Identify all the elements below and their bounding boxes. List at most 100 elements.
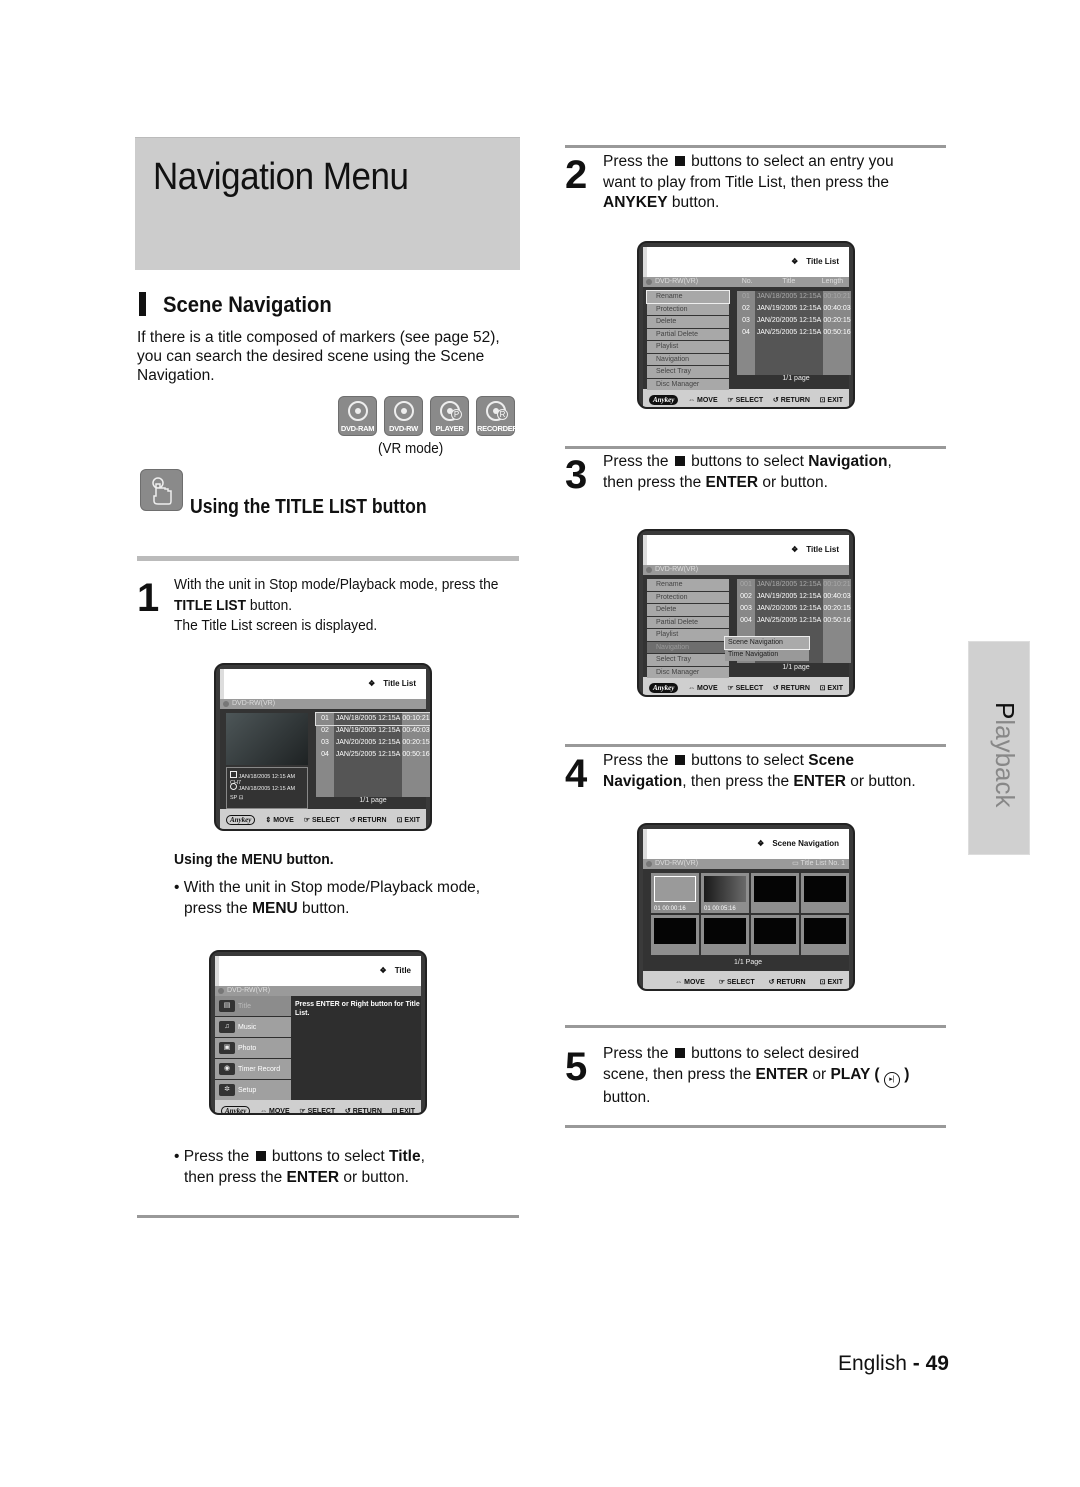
divider [565,446,946,449]
left-right-icon: ⇔ [260,1107,268,1115]
title-date: JAN/25/2005 12:15A [755,327,823,339]
diamond-icon: ❖ [379,966,387,975]
osd-footer: Anykey ⇔ MOVE ☞ SELECT ↺ RETURN ⊡ EXIT [643,389,849,407]
title-date: JAN/20/2005 12:15A [755,315,823,327]
title-info: JAN/18/2005 12:15 AM CH7 JAN/18/2005 12:… [226,767,308,809]
step1-text: With the unit in Stop mode/Playback mode… [174,576,499,634]
osd-main-menu: ❖ Title DVD-RW(VR) ▤ Title ♫ Music ▣ Photo ◉ Tim… [209,950,427,1115]
title-number: 03 [737,315,755,327]
table-row[interactable]: 04 JAN/25/2005 12:15A 00:50:16 [737,327,853,339]
title-number: 002 [737,591,755,603]
submenu-item-scene-navigation[interactable]: Scene Navigation [724,636,810,650]
title-number: 01 [316,713,334,725]
cell [823,639,851,651]
menu-item-timer-record[interactable]: ◉ Timer Record [215,1059,291,1079]
title-length: 00:40:03 [823,303,851,315]
menu-item-delete[interactable]: Delete [647,604,729,616]
title-length: 00:10:21 [823,291,851,303]
diamond-icon: ❖ [757,839,765,848]
title-date: JAN/19/2005 12:15A [334,725,402,737]
menu-item-rename[interactable]: Rename [647,579,729,591]
diamond-icon: ❖ [791,257,799,266]
scene-thumbnail[interactable]: 01 00:05:16 [701,873,749,913]
scene-thumbnail[interactable] [701,915,749,955]
divider [565,744,946,747]
cell [823,651,851,663]
menu-item-music[interactable]: ♫ Music [215,1017,291,1037]
title-length: 00:50:16 [823,327,851,339]
navigation-submenu: Scene Navigation Time Navigation [724,636,810,661]
title-date: JAN/20/2005 12:15A [755,603,823,615]
table-row[interactable]: 03 JAN/20/2005 12:15A 00:20:15 [316,737,430,749]
cell [402,773,430,785]
step-number: 2 [565,153,588,197]
scene-image [654,918,696,944]
table-row[interactable]: 001 JAN/18/2005 12:15A 00:10:21 [737,579,853,591]
menu-item-disc-manager[interactable]: Disc Manager [647,666,729,678]
menu-item-rename[interactable]: Rename [646,290,730,304]
select-icon: ☞ [303,817,311,824]
menu-item-playlist[interactable]: Playlist [647,341,729,353]
scene-thumbnail[interactable] [801,873,849,913]
page-number: 49 [925,1352,949,1375]
table-row[interactable]: 02 JAN/19/2005 12:15A 00:40:03 [316,725,430,737]
menu-item-disc-manager[interactable]: Disc Manager [647,378,729,390]
scene-thumbnail[interactable] [751,915,799,955]
clock-icon [230,783,237,790]
menu-section-title: Using the MENU button. [174,851,334,868]
cell [334,785,402,797]
empty-row [316,761,430,773]
menu-item-photo[interactable]: ▣ Photo [215,1038,291,1058]
table-row[interactable]: 002 JAN/19/2005 12:15A 00:40:03 [737,591,853,603]
menu-item-navigation[interactable]: Navigation [647,641,729,653]
menu-item-partial-delete[interactable]: Partial Delete [647,616,729,628]
scene-image [704,918,746,944]
menu-item-title[interactable]: ▤ Title [215,996,291,1016]
menu-item-delete[interactable]: Delete [647,316,729,328]
menu-item-select-tray[interactable]: Select Tray [647,366,729,378]
empty-row [737,351,853,363]
osd-footer: Anykey ⇕ MOVE ☞ SELECT ↺ RETURN ⊡ EXIT [220,809,426,829]
title-number: 02 [737,303,755,315]
disc-type-bar: DVD-RW(VR) [215,986,421,996]
osd-navigation-submenu: ❖ Title List DVD-RW(VR) Rename Protection D… [637,529,855,697]
osd-footer: Anykey ⇔ MOVE ☞ SELECT ↺ RETURN ⊡ EXIT [215,1100,421,1115]
table-row[interactable]: 04 JAN/25/2005 12:15A 00:50:16 [316,749,430,761]
scene-thumbnail[interactable]: 01 00:00:16 [651,873,699,913]
menu-item-setup[interactable]: ✲ Setup [215,1080,291,1100]
menu-item-protection[interactable]: Protection [647,591,729,603]
scene-grid: 01 00:00:16 01 00:05:16 [651,873,849,955]
cell [316,773,334,785]
divider [565,1025,946,1028]
step-number: 5 [565,1045,588,1089]
cell [334,773,402,785]
scene-thumbnail[interactable] [751,873,799,913]
table-row[interactable]: 01 JAN/18/2005 12:15A 00:10:21 [315,712,430,726]
step5-text: Press the buttons to select desired scen… [603,1045,910,1106]
scene-thumbnail[interactable] [801,915,849,955]
table-row[interactable]: 01 JAN/18/2005 12:15A 00:10:21 [737,291,853,303]
scene-thumbnail[interactable] [651,915,699,955]
table-row[interactable]: 004 JAN/25/2005 12:15A 00:50:16 [737,615,853,627]
menu-item-protection[interactable]: Protection [647,303,729,315]
left-right-icon: ⇔ [688,396,696,404]
menu-item-navigation[interactable]: Navigation [647,353,729,365]
lock-icon: ⊡ [238,795,244,801]
title-number: 001 [737,579,755,591]
dvd-rw-badge: DVD-RW [384,396,423,436]
menu-item-playlist[interactable]: Playlist [647,629,729,641]
title-list-table: 01 JAN/18/2005 12:15A 00:10:21 02 JAN/19/200… [737,291,853,375]
title-length: 00:10:21 [823,579,851,591]
menu-item-select-tray[interactable]: Select Tray [647,654,729,666]
title-date: JAN/18/2005 12:15A [755,579,823,591]
divider [137,1215,519,1218]
table-row[interactable]: 02 JAN/19/2005 12:15A 00:40:03 [737,303,853,315]
title-number: 004 [737,615,755,627]
disc-type-bar: DVD-RW(VR) [643,565,849,575]
menu-item-partial-delete[interactable]: Partial Delete [647,328,729,340]
table-row[interactable]: 03 JAN/20/2005 12:15A 00:20:15 [737,315,853,327]
exit-icon: ⊡ [819,685,826,692]
submenu-item-time-navigation[interactable]: Time Navigation [725,649,809,661]
table-row[interactable]: 003 JAN/20/2005 12:15A 00:20:15 [737,603,853,615]
cell [737,363,755,375]
